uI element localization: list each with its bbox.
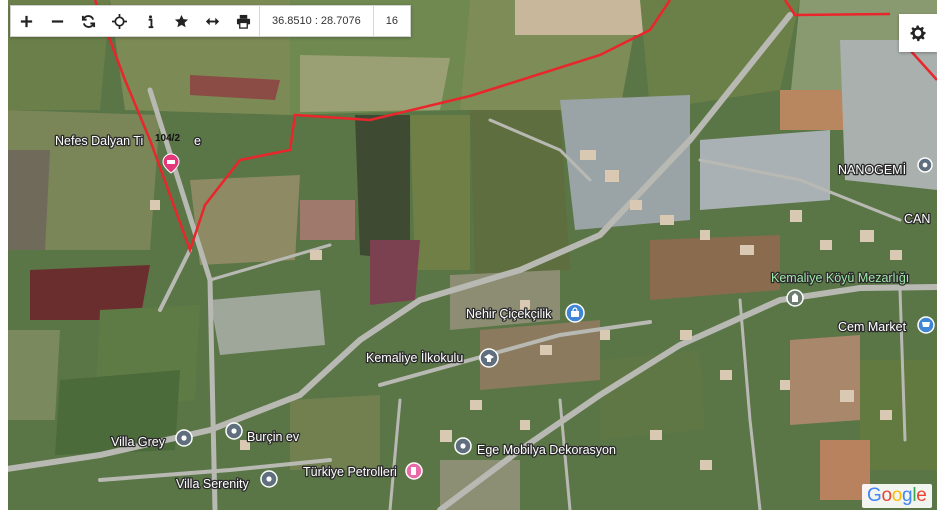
bottom-left-margin (0, 470, 8, 510)
settings-button[interactable] (899, 14, 937, 52)
place-label: e (194, 134, 201, 148)
place-label: NANOGEMİ (838, 163, 906, 177)
printer-icon (236, 14, 251, 29)
print-button[interactable] (228, 6, 259, 36)
place-label: Burçin ev (247, 430, 300, 444)
shopping-bag-icon (565, 303, 585, 323)
parcel-label: 104/2 (155, 133, 180, 144)
google-logo: Google (862, 484, 932, 508)
left-margin (0, 0, 8, 470)
fuel-icon (405, 462, 423, 480)
zoom-in-button[interactable] (11, 6, 42, 36)
minus-icon (51, 19, 64, 23)
info-icon (148, 14, 154, 28)
pin-icon (175, 429, 193, 447)
place-label: Türkiye Petrolleri (303, 465, 397, 479)
pin-icon (260, 470, 278, 488)
crosshair-icon (112, 13, 127, 29)
place-label: Kemaliye Köyü Mezarlığı (771, 271, 909, 285)
place-label: Villa Grey (111, 435, 166, 449)
zoom-level-readout: 16 (385, 15, 398, 27)
place-label: Nehir Çiçekçilik (466, 307, 552, 321)
refresh-button[interactable] (73, 6, 104, 36)
place-label: CAN (904, 212, 930, 226)
gear-icon (910, 25, 926, 42)
pin-icon (454, 437, 472, 455)
place-label: Villa Serenity (176, 477, 249, 491)
coordinates-readout: 36.8510 : 28.7076 (272, 15, 361, 27)
cart-icon (917, 316, 935, 334)
map-toolbar: 36.8510 : 28.7076 16 (10, 5, 411, 37)
pin-icon (917, 157, 933, 173)
locate-button[interactable] (104, 6, 135, 36)
place-label: Nefes Dalyan Ti (55, 134, 143, 148)
cemetery-icon (786, 289, 804, 307)
info-button[interactable] (135, 6, 166, 36)
pin-icon (225, 422, 243, 440)
satellite-map[interactable]: 104/2 Nefes Dalyan Ti e NANOGEMİ CAN Kem… (0, 0, 937, 510)
favorite-button[interactable] (166, 6, 197, 36)
place-label: Cem Market (838, 320, 907, 334)
school-icon (479, 348, 499, 368)
place-label: Kemaliye İlkokulu (366, 351, 463, 365)
arrows-horizontal-icon (205, 17, 220, 25)
measure-button[interactable] (197, 6, 228, 36)
refresh-icon (81, 14, 96, 28)
zoom-out-button[interactable] (42, 6, 73, 36)
place-label: Ege Mobilya Dekorasyon (477, 443, 616, 457)
star-icon (174, 14, 189, 27)
plus-icon (20, 15, 33, 27)
